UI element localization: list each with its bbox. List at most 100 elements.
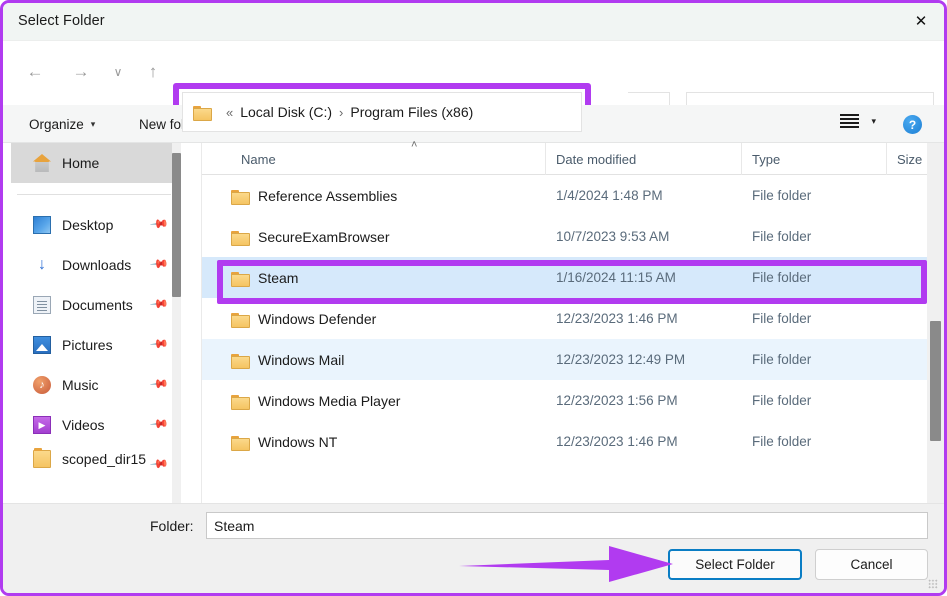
sidebar-scrollbar-thumb[interactable]	[172, 153, 181, 297]
organize-label: Organize	[29, 116, 84, 132]
file-name-cell: Windows Defender	[231, 311, 376, 328]
forward-icon[interactable]: →	[66, 57, 96, 87]
sidebar-item-label: Desktop	[62, 217, 114, 233]
sidebar-divider	[17, 194, 171, 195]
folder-input[interactable]	[214, 517, 920, 534]
file-type-cell: File folder	[752, 434, 812, 449]
resize-grip[interactable]	[928, 579, 938, 589]
column-header-type[interactable]: Type	[742, 143, 887, 175]
list-view-icon[interactable]	[840, 114, 860, 129]
back-icon[interactable]: ←	[20, 57, 50, 87]
file-rows: Reference Assemblies 1/4/2024 1:48 PM Fi…	[202, 175, 944, 462]
pin-icon[interactable]: 📌	[149, 454, 169, 474]
close-icon[interactable]: ✕	[898, 3, 944, 39]
table-row[interactable]: Windows Defender 12/23/2023 1:46 PM File…	[202, 298, 944, 339]
sidebar-item-downloads[interactable]: ↓ Downloads 📌	[11, 245, 177, 285]
sidebar-scrollbar[interactable]	[172, 143, 181, 507]
file-name-label: Reference Assemblies	[258, 187, 398, 204]
sort-ascending-icon: ˄	[411, 139, 418, 151]
file-list-scrollbar[interactable]	[927, 143, 944, 507]
view-options[interactable]: ▾	[840, 114, 876, 129]
dialog-footer: Folder: Select Folder Cancel	[3, 503, 944, 593]
pin-icon[interactable]: 📌	[149, 374, 169, 394]
file-type-cell: File folder	[752, 393, 812, 408]
sidebar-item-home[interactable]: Home	[11, 143, 177, 183]
desktop-icon	[33, 216, 51, 234]
sidebar-item-desktop[interactable]: Desktop 📌	[11, 205, 177, 245]
file-name-label: Windows NT	[258, 433, 338, 450]
navigation-sidebar: Home Desktop 📌 ↓ Downloads 📌 Documents 📌…	[3, 143, 185, 507]
table-row[interactable]: Reference Assemblies 1/4/2024 1:48 PM Fi…	[202, 175, 944, 216]
file-date-cell: 12/23/2023 1:56 PM	[556, 393, 678, 408]
breadcrumb-item-program-files[interactable]: Program Files (x86)	[350, 104, 473, 120]
file-type-cell: File folder	[752, 270, 812, 285]
sidebar-item-label: Videos	[62, 417, 105, 433]
sidebar-item-videos[interactable]: ▶ Videos 📌	[11, 405, 177, 445]
videos-icon: ▶	[33, 416, 51, 434]
documents-icon	[33, 296, 51, 314]
table-row[interactable]: Windows Mail 12/23/2023 12:49 PM File fo…	[202, 339, 944, 380]
column-header-row: Name ˄ Date modified Type Size	[202, 139, 944, 175]
file-name-label: Windows Mail	[258, 351, 345, 368]
file-name-cell: Steam	[231, 269, 299, 287]
file-list-scrollbar-thumb[interactable]	[930, 321, 941, 441]
breadcrumb-item-local-disk[interactable]: Local Disk (C:)	[240, 104, 332, 120]
table-row[interactable]: Windows NT 12/23/2023 1:46 PM File folde…	[202, 421, 944, 462]
sidebar-item-label: Documents	[62, 297, 133, 313]
file-date-cell: 1/16/2024 11:15 AM	[556, 270, 676, 285]
table-row[interactable]: Windows Media Player 12/23/2023 1:56 PM …	[202, 380, 944, 421]
address-bar[interactable]: « Local Disk (C:) › Program Files (x86)	[182, 92, 582, 132]
chevron-down-icon: ▾	[90, 118, 96, 129]
pin-icon[interactable]: 📌	[149, 414, 169, 434]
view-chevron-down-icon[interactable]: ▾	[871, 116, 876, 127]
column-header-label: Size	[897, 151, 923, 167]
sidebar-item-label: Home	[62, 155, 100, 171]
file-list-pane: Name ˄ Date modified Type Size Reference…	[201, 139, 944, 507]
file-name-cell: Reference Assemblies	[231, 187, 398, 205]
pin-icon[interactable]: 📌	[149, 254, 169, 274]
file-name-label: Windows Media Player	[258, 392, 401, 409]
column-header-name[interactable]: Name ˄	[231, 139, 546, 175]
organize-button[interactable]: Organize ▾	[21, 105, 103, 143]
table-row[interactable]: SecureExamBrowser 10/7/2023 9:53 AM File…	[202, 216, 944, 257]
window-title: Select Folder	[18, 13, 105, 29]
select-folder-button[interactable]: Select Folder	[668, 549, 802, 580]
file-type-cell: File folder	[752, 352, 812, 367]
sidebar-item-music[interactable]: ♪ Music 📌	[11, 365, 177, 405]
folder-icon	[231, 312, 250, 328]
file-type-cell: File folder	[752, 311, 812, 326]
table-row-selected[interactable]: Steam 1/16/2024 11:15 AM File folder	[202, 257, 944, 298]
folder-icon	[231, 353, 250, 369]
file-name-label: SecureExamBrowser	[258, 228, 390, 245]
sidebar-item-label: scoped_dir15	[62, 451, 147, 467]
column-header-label: Name	[241, 151, 276, 167]
file-date-cell: 12/23/2023 12:49 PM	[556, 352, 686, 367]
dialog-body: Home Desktop 📌 ↓ Downloads 📌 Documents 📌…	[3, 139, 944, 539]
navigation-bar: ← → ∨ ↑ « Local Disk (C:) › Program File…	[3, 41, 944, 141]
sidebar-item-documents[interactable]: Documents 📌	[11, 285, 177, 325]
folder-icon	[231, 435, 250, 451]
sidebar-item-label: Music	[62, 377, 99, 393]
up-icon[interactable]: ↑	[138, 57, 168, 87]
cancel-button[interactable]: Cancel	[815, 549, 928, 580]
download-icon: ↓	[38, 256, 46, 273]
file-name-cell: Windows Mail	[231, 351, 345, 369]
file-name-label: Steam	[258, 269, 299, 286]
sidebar-item-label: Pictures	[62, 337, 113, 353]
pin-icon[interactable]: 📌	[149, 214, 169, 234]
file-type-cell: File folder	[752, 229, 812, 244]
folder-icon	[231, 394, 250, 410]
breadcrumb-overflow[interactable]: «	[226, 105, 233, 120]
folder-field[interactable]	[206, 512, 928, 539]
file-name-cell: Windows NT	[231, 433, 338, 451]
column-header-date-modified[interactable]: Date modified	[546, 143, 742, 175]
pin-icon[interactable]: 📌	[149, 334, 169, 354]
breadcrumb-separator: ›	[339, 104, 344, 120]
file-date-cell: 12/23/2023 1:46 PM	[556, 434, 678, 449]
sidebar-item-pictures[interactable]: Pictures 📌	[11, 325, 177, 365]
recent-locations-chevron-down-icon[interactable]: ∨	[103, 57, 133, 87]
sidebar-item-scoped-dir[interactable]: scoped_dir15 📌	[11, 445, 177, 474]
select-folder-dialog: Select Folder ✕ ← → ∨ ↑ « Local Disk (C:…	[0, 0, 947, 596]
pin-icon[interactable]: 📌	[149, 294, 169, 314]
help-icon[interactable]: ?	[903, 115, 922, 134]
